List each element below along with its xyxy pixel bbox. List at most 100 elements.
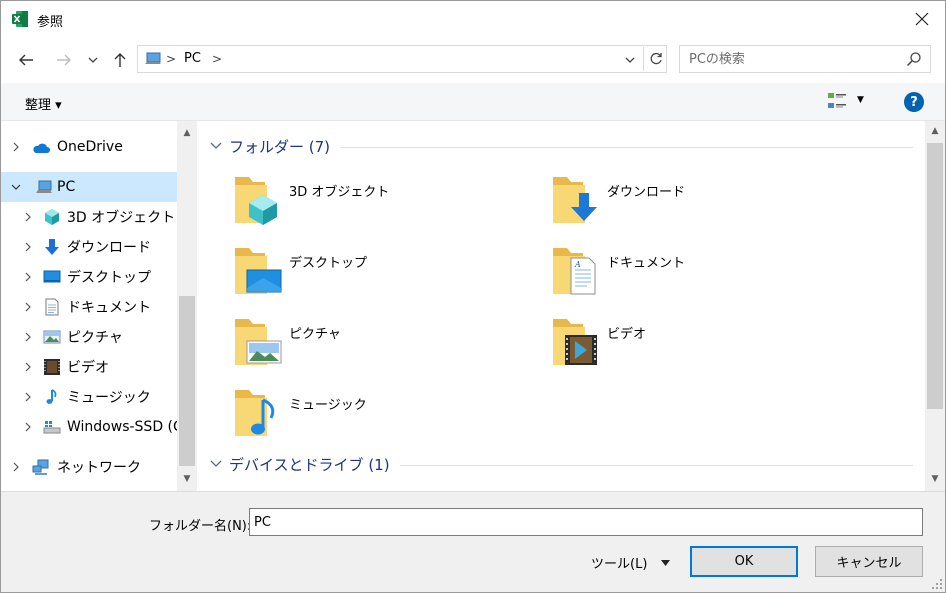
chevron-right-icon[interactable] <box>23 212 33 222</box>
folder-label: ミュージック <box>289 398 367 413</box>
nav-item-windows-ssd[interactable]: Windows-SSD (C <box>1 412 177 442</box>
tools-button[interactable]: ツール(L) <box>591 553 671 572</box>
folder-label: ダウンロード <box>607 185 686 200</box>
search-icon[interactable] <box>906 51 922 67</box>
folder-tile-downloads[interactable]: ダウンロード <box>551 173 851 237</box>
scrollbar-thumb[interactable] <box>927 143 943 409</box>
forward-button[interactable] <box>53 49 75 71</box>
chevron-right-icon[interactable] <box>23 392 33 402</box>
nav-item-label: PC <box>57 179 76 195</box>
nav-item-label: Windows-SSD (C <box>67 419 177 435</box>
organize-button[interactable]: 整理 ▾ <box>25 94 62 113</box>
excel-icon <box>12 11 28 27</box>
pictures-icon <box>43 330 61 344</box>
scrollbar-thumb[interactable] <box>179 296 195 466</box>
nav-item-label: ビデオ <box>67 360 109 376</box>
back-button[interactable] <box>15 49 37 71</box>
window-title: 参照 <box>37 15 64 30</box>
nav-item-3d-objects[interactable]: 3D オブジェクト <box>1 202 177 232</box>
videos-icon <box>44 359 60 375</box>
group-title: デバイスとドライブ (1) <box>229 455 390 474</box>
nav-item-documents[interactable]: ドキュメント <box>1 292 177 322</box>
music-folder-icon <box>235 390 275 436</box>
download-folder-icon <box>553 177 597 223</box>
folder-tile-documents[interactable]: A ドキュメント <box>551 244 851 308</box>
3d-objects-folder-icon <box>235 177 277 225</box>
view-options-icon[interactable] <box>827 92 847 110</box>
back-arrow-icon <box>19 54 33 66</box>
group-header-devices[interactable]: デバイスとドライブ (1) <box>209 452 913 476</box>
folder-tile-videos[interactable]: ビデオ <box>551 315 851 379</box>
help-button[interactable]: ? <box>904 92 924 112</box>
music-icon <box>46 389 57 404</box>
nav-item-label: ダウンロード <box>67 240 151 256</box>
nav-scrollbar[interactable]: ▲ ▼ <box>177 121 197 491</box>
folder-tile-pictures[interactable]: ピクチャ <box>233 315 533 379</box>
recent-locations-button[interactable] <box>85 49 101 71</box>
folder-label: ビデオ <box>607 327 647 342</box>
navigation-pane: OneDrive PC 3D オブジェクト ダウンロード デスクトップ ドキュメ… <box>1 121 197 491</box>
chevron-down-icon <box>88 57 98 63</box>
download-icon <box>45 239 59 255</box>
chevron-right-icon[interactable] <box>23 242 33 252</box>
close-button[interactable] <box>899 1 945 37</box>
cancel-button[interactable]: キャンセル <box>815 546 923 577</box>
group-header-folders[interactable]: フォルダー (7) <box>209 134 913 158</box>
folder-name-input[interactable] <box>249 508 923 536</box>
folder-tile-desktop[interactable]: デスクトップ <box>233 244 533 308</box>
content-scrollbar[interactable]: ▲ ▼ <box>925 121 945 491</box>
chevron-down-icon <box>210 142 222 149</box>
title-bar: 参照 <box>1 1 945 37</box>
chevron-right-icon[interactable] <box>11 462 21 472</box>
chevron-right-icon[interactable] <box>23 362 33 372</box>
chevron-right-icon[interactable] <box>23 272 33 282</box>
scroll-up-icon[interactable]: ▲ <box>925 121 945 141</box>
ok-button[interactable]: OK <box>690 546 798 577</box>
folder-name-label: フォルダー名(N): <box>149 519 252 534</box>
folder-label: ドキュメント <box>607 256 686 271</box>
content-pane: フォルダー (7) 3D オブジェクト ダウンロード デスクトップ A ドキュメ… <box>197 121 925 491</box>
up-button[interactable] <box>109 49 131 71</box>
breadcrumb-separator-icon[interactable]: > <box>212 52 222 66</box>
refresh-button[interactable] <box>643 47 667 71</box>
folder-label: デスクトップ <box>289 256 368 271</box>
nav-item-network[interactable]: ネットワーク <box>1 452 177 482</box>
folder-tile-3d-objects[interactable]: 3D オブジェクト <box>233 173 533 237</box>
view-dropdown-icon[interactable]: ▼ <box>857 95 864 105</box>
pc-icon <box>36 180 52 193</box>
close-icon <box>915 12 929 26</box>
chevron-right-icon[interactable] <box>11 142 21 152</box>
scroll-down-icon[interactable]: ▼ <box>925 469 945 489</box>
resize-grip-icon[interactable] <box>931 578 943 590</box>
chevron-down-icon[interactable] <box>11 182 21 192</box>
nav-item-label: デスクトップ <box>67 270 151 286</box>
refresh-icon <box>650 52 662 65</box>
navigation-row: > PC > <box>1 37 945 83</box>
nav-item-videos[interactable]: ビデオ <box>1 352 177 382</box>
nav-item-onedrive[interactable]: OneDrive <box>1 132 177 162</box>
nav-item-desktop[interactable]: デスクトップ <box>1 262 177 292</box>
documents-folder-icon: A <box>553 248 596 295</box>
nav-item-pc[interactable]: PC <box>1 172 177 202</box>
breadcrumb-pc[interactable]: PC <box>184 51 201 66</box>
nav-item-pictures[interactable]: ピクチャ <box>1 322 177 352</box>
videos-folder-icon <box>553 319 597 365</box>
up-arrow-icon <box>114 53 126 67</box>
forward-arrow-icon <box>57 54 71 66</box>
nav-item-music[interactable]: ミュージック <box>1 382 177 412</box>
chevron-right-icon[interactable] <box>23 422 33 432</box>
drive-icon <box>43 421 61 434</box>
nav-item-label: ピクチャ <box>67 330 123 346</box>
nav-item-label: ドキュメント <box>67 300 151 316</box>
chevron-right-icon[interactable] <box>23 332 33 342</box>
scroll-up-icon[interactable]: ▲ <box>177 123 197 143</box>
scroll-down-icon[interactable]: ▼ <box>177 469 197 489</box>
address-history-dropdown[interactable] <box>622 53 638 67</box>
nav-item-downloads[interactable]: ダウンロード <box>1 232 177 262</box>
search-input[interactable] <box>680 46 900 72</box>
chevron-right-icon[interactable] <box>23 302 33 312</box>
address-bar[interactable]: > PC > <box>137 45 667 73</box>
3d-objects-icon <box>45 209 59 225</box>
folder-tile-music[interactable]: ミュージック <box>233 386 533 450</box>
desktop-folder-icon <box>235 248 282 294</box>
